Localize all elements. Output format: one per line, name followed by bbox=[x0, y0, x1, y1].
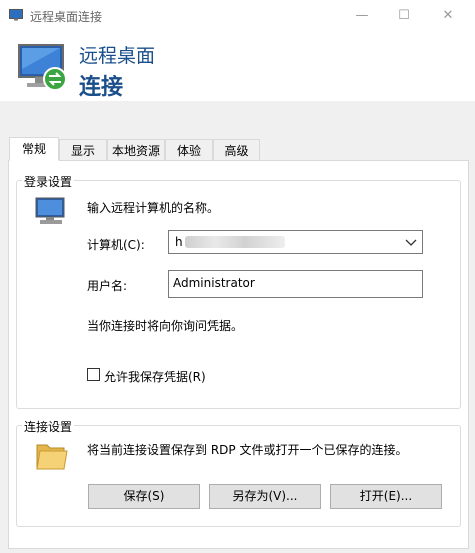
close-button[interactable]: ✕ bbox=[428, 0, 468, 31]
login-settings-label: 登录设置 bbox=[22, 173, 75, 190]
username-field[interactable]: Administrator bbox=[168, 270, 423, 298]
header-subtitle: 连接 bbox=[79, 75, 124, 100]
computer-combobox[interactable]: h bbox=[168, 230, 423, 254]
minimize-button[interactable]: — bbox=[342, 0, 382, 31]
open-button[interactable]: 打开(E)... bbox=[330, 484, 442, 509]
credential-prompt-note: 当你连接时将向你询问凭据。 bbox=[87, 319, 244, 333]
tab-experience[interactable]: 体验 bbox=[165, 139, 213, 161]
instruction-text: 输入远程计算机的名称。 bbox=[87, 201, 220, 215]
username-label: 用户名: bbox=[87, 279, 128, 293]
maximize-button[interactable]: ☐ bbox=[384, 0, 424, 31]
tab-advanced[interactable]: 高级 bbox=[213, 139, 260, 161]
window-title: 远程桌面连接 bbox=[30, 10, 103, 24]
header-banner: 远程桌面 连接 bbox=[0, 31, 475, 101]
save-credentials-checkbox[interactable] bbox=[87, 368, 100, 381]
computer-value: h bbox=[175, 235, 183, 249]
remote-desktop-icon bbox=[9, 9, 23, 21]
tab-display[interactable]: 显示 bbox=[59, 139, 107, 161]
save-button[interactable]: 保存(S) bbox=[88, 484, 200, 509]
folder-icon bbox=[36, 444, 68, 470]
save-credentials-label[interactable]: 允许我保存凭据(R) bbox=[104, 368, 206, 385]
header-title: 远程桌面 bbox=[79, 45, 156, 67]
tab-local-resources[interactable]: 本地资源 bbox=[107, 139, 165, 161]
title-bar: 远程桌面连接 — ☐ ✕ bbox=[0, 0, 475, 32]
redacted-computer-name bbox=[185, 236, 285, 248]
computer-icon bbox=[35, 197, 65, 224]
chevron-down-icon[interactable] bbox=[404, 233, 418, 251]
connection-settings-label: 连接设置 bbox=[22, 418, 75, 435]
computer-label: 计算机(C): bbox=[87, 238, 145, 252]
remote-desktop-monitor-icon bbox=[18, 44, 67, 91]
save-as-button[interactable]: 另存为(V)... bbox=[209, 484, 321, 509]
tab-general[interactable]: 常规 bbox=[9, 137, 59, 161]
connection-description: 将当前连接设置保存到 RDP 文件或打开一个已保存的连接。 bbox=[87, 443, 408, 457]
